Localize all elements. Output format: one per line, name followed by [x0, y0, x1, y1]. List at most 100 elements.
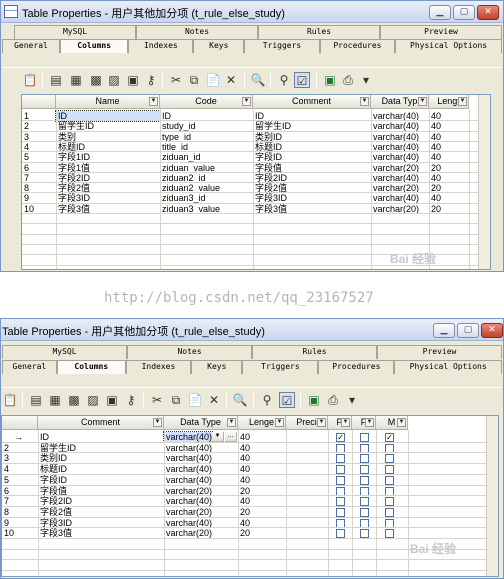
print-icon[interactable]: ⎙: [340, 72, 356, 88]
copy-icon[interactable]: ⧉: [186, 72, 202, 88]
paste-icon[interactable]: 📄: [205, 72, 221, 88]
add-columns-icon[interactable]: ▩: [88, 72, 104, 88]
folder-icon[interactable]: ▣: [104, 392, 120, 408]
delete-icon[interactable]: ✕: [223, 72, 239, 88]
tab-notes[interactable]: Notes: [127, 345, 252, 359]
length-cell[interactable]: 40: [238, 475, 286, 485]
mandatory-checkbox[interactable]: ✓: [385, 433, 394, 442]
primary-checkbox[interactable]: [336, 465, 345, 475]
tab-physical-options[interactable]: Physical Options: [394, 360, 502, 374]
comment-cell[interactable]: 留学生ID: [38, 443, 164, 453]
tab-mysql[interactable]: MySQL: [2, 345, 127, 359]
add-row-icon[interactable]: ▦: [47, 392, 63, 408]
tab-keys[interactable]: Keys: [193, 39, 245, 53]
col-header-length[interactable]: Lengt ▼: [429, 95, 469, 109]
col-header-primary[interactable]: P ▼: [328, 416, 352, 430]
length-cell[interactable]: 20: [238, 507, 286, 517]
mandatory-checkbox[interactable]: [385, 443, 394, 453]
foreign-checkbox[interactable]: [360, 465, 369, 475]
tab-procedures[interactable]: Procedures: [318, 360, 395, 374]
data-type-cell[interactable]: varchar(20): [164, 528, 238, 538]
data-type-cell[interactable]: varchar(40): [164, 453, 238, 463]
key-icon[interactable]: ⚷: [123, 392, 139, 408]
comment-cell[interactable]: 标题ID: [38, 464, 164, 474]
comment-cell[interactable]: 字段ID: [38, 475, 164, 485]
cut-icon[interactable]: ✂: [168, 72, 184, 88]
more-icon[interactable]: ▾: [344, 392, 360, 408]
tab-physical-options[interactable]: Physical Options: [395, 39, 502, 53]
mandatory-checkbox[interactable]: [385, 465, 394, 475]
length-cell[interactable]: 20: [238, 486, 286, 496]
vertical-scrollbar[interactable]: [486, 416, 498, 576]
col-header-name[interactable]: Name ▼: [56, 95, 160, 109]
copy-icon[interactable]: ⧉: [168, 392, 184, 408]
chevron-down-icon[interactable]: ▼: [341, 418, 350, 427]
length-cell[interactable]: 40: [238, 464, 286, 474]
col-header-data-type[interactable]: Data Type ▼: [164, 416, 238, 430]
folder-icon[interactable]: ▣: [125, 72, 141, 88]
top-columns-grid[interactable]: Name ▼ Code ▼ Comment ▼ Data Typ ▼ Lengt ▼ 1I…: [21, 94, 491, 270]
mandatory-checkbox[interactable]: [385, 518, 394, 528]
chevron-down-icon[interactable]: ▼: [458, 97, 467, 106]
data-type-more-button[interactable]: ...: [225, 432, 237, 442]
bottom-title-bar[interactable]: Table Properties - 用户其他加分项 (t_rule_else_…: [1, 319, 503, 341]
length-cell[interactable]: 40: [238, 518, 286, 528]
foreign-checkbox[interactable]: [360, 486, 369, 496]
data-type-dropdown-button[interactable]: ▼: [212, 432, 224, 442]
col-header-data-type[interactable]: Data Typ ▼: [371, 95, 429, 109]
col-header-precision[interactable]: Preci ▼: [286, 416, 328, 430]
tab-keys[interactable]: Keys: [191, 360, 243, 374]
delete-icon[interactable]: ✕: [206, 392, 222, 408]
comment-cell[interactable]: 字段值: [38, 486, 164, 496]
tab-general[interactable]: General: [2, 360, 57, 374]
tab-general[interactable]: General: [2, 39, 60, 53]
primary-checkbox[interactable]: [336, 507, 345, 517]
minimize-button[interactable]: ▁: [429, 5, 451, 20]
find-icon[interactable]: 🔍: [232, 392, 248, 408]
find-icon[interactable]: 🔍: [250, 72, 266, 88]
col-header-mandatory[interactable]: M ▼: [376, 416, 408, 430]
data-type-cell[interactable]: varchar(40): [164, 475, 238, 485]
print-icon[interactable]: ⎙: [325, 392, 341, 408]
properties-icon[interactable]: 📋: [22, 72, 38, 88]
close-button[interactable]: ✕: [481, 323, 503, 338]
primary-checkbox[interactable]: [336, 443, 345, 453]
top-title-bar[interactable]: Table Properties - 用户其他加分项 (t_rule_else_…: [1, 1, 503, 23]
primary-checkbox[interactable]: [336, 518, 345, 528]
add-row-icon[interactable]: ▦: [68, 72, 84, 88]
tab-indexes[interactable]: Indexes: [125, 360, 192, 374]
length-cell[interactable]: 40: [238, 496, 286, 506]
comment-cell[interactable]: 字段3ID: [38, 518, 164, 528]
chevron-down-icon[interactable]: ▼: [242, 97, 251, 106]
insert-row-icon[interactable]: ▤: [48, 72, 64, 88]
col-header-comment[interactable]: Comment ▼: [253, 95, 371, 109]
data-type-cell[interactable]: varchar(40): [164, 496, 238, 506]
tab-triggers[interactable]: Triggers: [242, 360, 319, 374]
col-header-length[interactable]: Lenge ▼: [238, 416, 286, 430]
mandatory-checkbox[interactable]: [385, 497, 394, 507]
paste-icon[interactable]: 📄: [187, 392, 203, 408]
primary-checkbox[interactable]: [336, 454, 345, 464]
chevron-down-icon[interactable]: ▼: [317, 418, 326, 427]
chevron-down-icon[interactable]: ▼: [227, 418, 236, 427]
comment-cell[interactable]: 字段3值: [38, 528, 164, 538]
foreign-checkbox[interactable]: [360, 518, 369, 528]
close-button[interactable]: ✕: [477, 5, 499, 20]
tab-preview[interactable]: Preview: [380, 25, 502, 39]
comment-cell[interactable]: 字段2ID: [38, 496, 164, 506]
tab-procedures[interactable]: Procedures: [319, 39, 396, 53]
length-cell[interactable]: 40: [238, 432, 286, 442]
add-columns-icon[interactable]: ▩: [66, 392, 82, 408]
customize-columns-icon[interactable]: ☑: [279, 392, 295, 408]
comment-cell[interactable]: 类别ID: [38, 453, 164, 463]
tab-columns[interactable]: Columns: [56, 360, 126, 374]
chevron-down-icon[interactable]: ▼: [275, 418, 284, 427]
insert-row-icon[interactable]: ▤: [28, 392, 44, 408]
data-type-cell[interactable]: varchar(40): [164, 464, 238, 474]
customize-columns-icon[interactable]: ☑: [294, 72, 310, 88]
tab-triggers[interactable]: Triggers: [244, 39, 320, 53]
foreign-checkbox[interactable]: [360, 497, 369, 507]
col-header-code[interactable]: Code ▼: [160, 95, 253, 109]
length-cell[interactable]: 40: [238, 443, 286, 453]
tab-columns[interactable]: Columns: [59, 39, 129, 53]
